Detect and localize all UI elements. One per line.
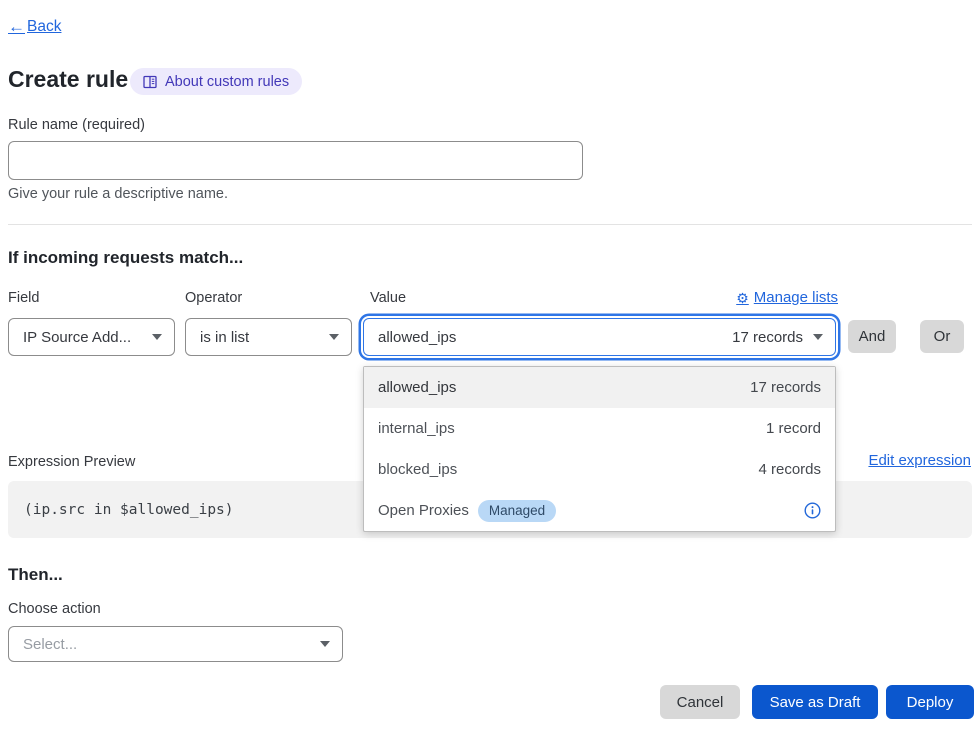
cancel-button[interactable]: Cancel xyxy=(660,685,740,719)
managed-badge: Managed xyxy=(478,500,556,522)
field-label: Field xyxy=(8,290,39,306)
list-item-name: blocked_ips xyxy=(378,461,457,478)
expression-preview-label: Expression Preview xyxy=(8,454,135,470)
list-item-records: 1 record xyxy=(766,420,821,437)
action-select[interactable]: Select... xyxy=(8,626,343,662)
choose-action-label: Choose action xyxy=(8,601,101,617)
match-section-heading: If incoming requests match... xyxy=(8,248,243,268)
list-item[interactable]: Open Proxies Managed xyxy=(364,490,835,531)
about-badge-label: About custom rules xyxy=(165,74,289,90)
deploy-button[interactable]: Deploy xyxy=(886,685,974,719)
page-title: Create rule xyxy=(8,66,128,93)
list-item[interactable]: blocked_ips 4 records xyxy=(364,449,835,490)
list-item-records: 4 records xyxy=(758,461,821,478)
list-item-name: Open Proxies xyxy=(378,502,469,519)
rule-name-helper: Give your rule a descriptive name. xyxy=(8,186,228,202)
field-select[interactable]: IP Source Add... xyxy=(8,318,175,356)
chevron-down-icon xyxy=(329,334,339,340)
edit-expression-link[interactable]: Edit expression xyxy=(868,452,971,469)
list-item[interactable]: allowed_ips 17 records xyxy=(364,367,835,408)
list-item[interactable]: internal_ips 1 record xyxy=(364,408,835,449)
back-link[interactable]: ←Back xyxy=(8,17,61,37)
book-icon xyxy=(143,75,157,89)
expression-code: (ip.src in $allowed_ips) xyxy=(24,502,234,518)
save-as-draft-button[interactable]: Save as Draft xyxy=(752,685,878,719)
manage-lists-link[interactable]: ⚙ Manage lists xyxy=(736,289,838,306)
about-custom-rules-link[interactable]: About custom rules xyxy=(130,68,302,95)
rule-name-label: Rule name (required) xyxy=(8,117,145,133)
value-select[interactable]: allowed_ips 17 records xyxy=(363,318,836,356)
list-item-name: allowed_ips xyxy=(378,379,456,396)
field-select-value: IP Source Add... xyxy=(23,329,142,346)
operator-label: Operator xyxy=(185,290,242,306)
create-rule-page: ←Back Create rule About custom rules Rul… xyxy=(0,0,979,739)
operator-select-value: is in list xyxy=(200,329,319,346)
value-select-records: 17 records xyxy=(732,329,803,346)
then-section-heading: Then... xyxy=(8,565,63,585)
and-button[interactable]: And xyxy=(848,320,896,353)
gear-icon: ⚙ xyxy=(736,291,749,305)
operator-select[interactable]: is in list xyxy=(185,318,352,356)
action-select-placeholder: Select... xyxy=(23,636,310,653)
back-arrow-icon: ← xyxy=(8,17,25,37)
chevron-down-icon xyxy=(152,334,162,340)
manage-lists-label: Manage lists xyxy=(754,289,838,306)
rule-name-input[interactable] xyxy=(8,141,583,180)
section-divider xyxy=(8,224,972,225)
chevron-down-icon xyxy=(813,334,823,340)
value-dropdown-menu: allowed_ips 17 records internal_ips 1 re… xyxy=(363,366,836,532)
value-label: Value xyxy=(370,290,406,306)
back-link-label: Back xyxy=(27,18,61,36)
or-button[interactable]: Or xyxy=(920,320,964,353)
list-item-name: internal_ips xyxy=(378,420,455,437)
value-select-value: allowed_ips xyxy=(378,329,732,346)
info-icon[interactable] xyxy=(804,502,821,519)
list-item-records: 17 records xyxy=(750,379,821,396)
chevron-down-icon xyxy=(320,641,330,647)
